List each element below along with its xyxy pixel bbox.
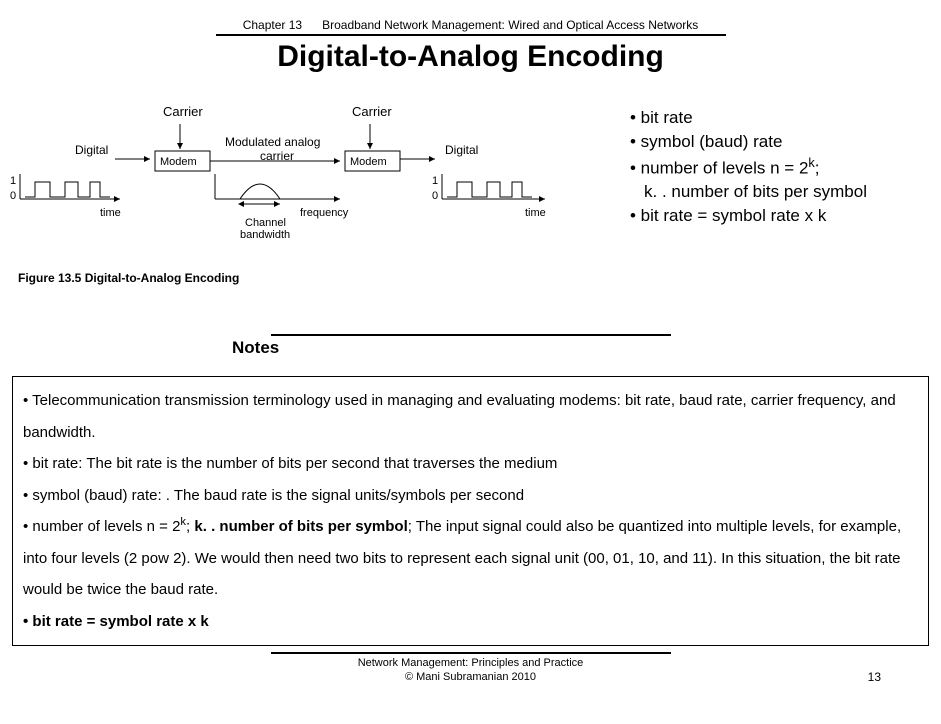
digital-label-1: Digital	[75, 143, 108, 157]
note-5: • bit rate = symbol rate x k	[23, 606, 918, 638]
bullet-equation: • bit rate = symbol rate x k	[630, 204, 867, 228]
axis-zero-r: 0	[432, 190, 438, 202]
bullet-levels: • number of levels n = 2k;	[630, 154, 867, 180]
chapter-label: Chapter 13	[243, 18, 302, 32]
time-1: time	[100, 207, 121, 219]
bullet-symbol-rate: • symbol (baud) rate	[630, 130, 867, 154]
note-1: • Telecommunication transmission termino…	[23, 385, 918, 448]
header-divider	[216, 34, 726, 36]
time-2: time	[525, 207, 546, 219]
footer-text: Network Management: Principles and Pract…	[0, 656, 941, 685]
bullet-list: • bit rate • symbol (baud) rate • number…	[620, 104, 867, 304]
page-title: Digital-to-Analog Encoding	[0, 40, 941, 74]
modem-1: Modem	[160, 156, 197, 168]
footer-line1: Network Management: Principles and Pract…	[358, 657, 584, 669]
bandwidth-label: bandwidth	[240, 229, 290, 241]
channel-label: Channel	[245, 217, 286, 229]
note-3: • symbol (baud) rate: . The baud rate is…	[23, 480, 918, 512]
diagram-area: Carrier Carrier Digital M	[0, 104, 620, 304]
bullet-levels-indent: k. . number of bits per symbol	[630, 180, 867, 204]
axis-zero-l: 0	[10, 190, 16, 202]
frequency-label: frequency	[300, 207, 349, 219]
page-number: 13	[868, 670, 881, 684]
content-row: Carrier Carrier Digital M	[0, 104, 941, 304]
modem-2: Modem	[350, 156, 387, 168]
axis-one-r: 1	[432, 175, 438, 187]
encoding-diagram: Digital Modem Modulated analog carrier M…	[0, 124, 620, 324]
footer-line2: © Mani Subramanian 2010	[405, 671, 536, 683]
digital-label-2: Digital	[445, 143, 478, 157]
footer-divider	[271, 652, 671, 654]
carrier-label-1: Carrier	[163, 104, 203, 119]
notes-box: • Telecommunication transmission termino…	[12, 376, 929, 646]
note-4: • number of levels n = 2k; k. . number o…	[23, 511, 918, 606]
notes-divider	[271, 334, 671, 336]
bullet-bit-rate: • bit rate	[630, 106, 867, 130]
slide-header: Chapter 13 Broadband Network Management:…	[0, 18, 941, 32]
note-2: • bit rate: The bit rate is the number o…	[23, 448, 918, 480]
figure-caption: Figure 13.5 Digital-to-Analog Encoding	[18, 271, 239, 285]
axis-one-l: 1	[10, 175, 16, 187]
modulated-label: Modulated analog	[225, 135, 320, 149]
notes-heading: Notes	[232, 338, 941, 358]
chapter-subtitle: Broadband Network Management: Wired and …	[322, 18, 698, 32]
carrier-label-2: Carrier	[352, 104, 392, 119]
